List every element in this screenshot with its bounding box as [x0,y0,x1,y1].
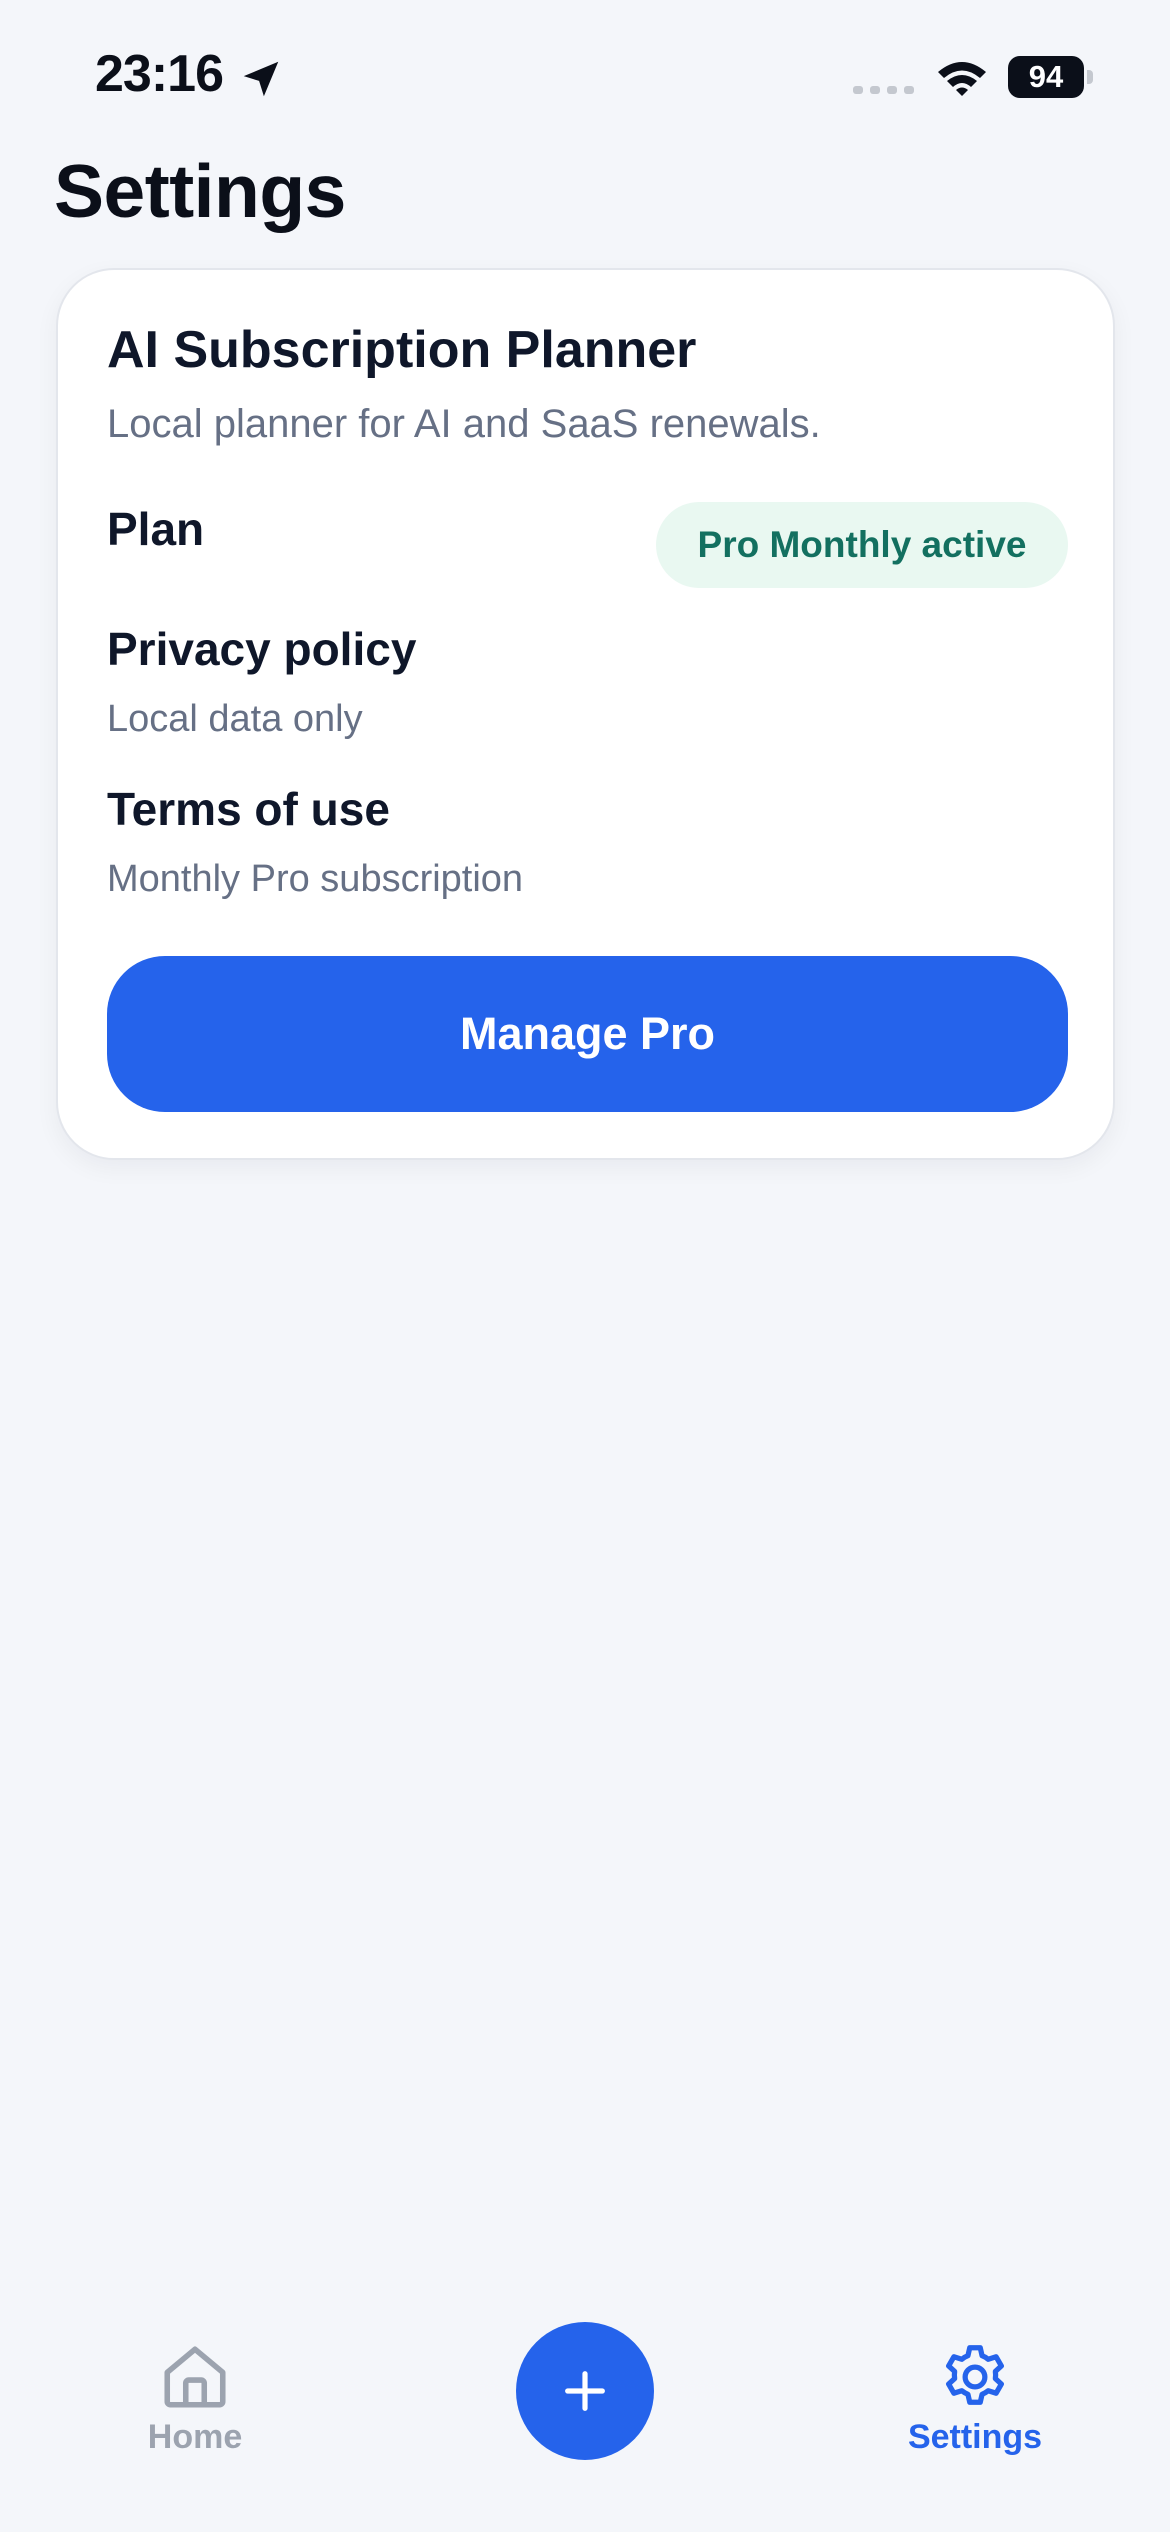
privacy-policy-detail: Local data only [107,698,363,740]
terms-of-use-link[interactable]: Terms of use [107,782,390,836]
house-icon [164,2346,226,2408]
gear-icon [946,2345,1004,2405]
status-time: 23:16 [95,45,224,103]
settings-screen: 23:16 94 Settings AI Subscription Planne… [0,0,1170,2532]
battery-level: 94 [1028,59,1064,94]
manage-pro-button[interactable]: Manage Pro [107,956,1068,1112]
tab-settings-label: Settings [907,2418,1043,2456]
plan-label: Plan [107,503,205,555]
app-tagline: Local planner for AI and SaaS renewals. [107,402,821,446]
cellular-signal-icon [853,86,914,94]
page-title: Settings [54,149,346,233]
privacy-policy-link[interactable]: Privacy policy [107,622,416,676]
app-name: AI Subscription Planner [107,321,697,379]
plus-icon [565,2371,605,2411]
battery-icon: 94 [1008,56,1084,98]
plan-status-badge: Pro Monthly active [656,502,1068,588]
app-info-card: AI Subscription Planner Local planner fo… [56,268,1115,1160]
wifi-icon [938,62,986,96]
status-bar: 23:16 94 [0,0,1170,150]
tab-bar: Home Settings [0,2300,1170,2532]
location-arrow-icon [243,61,279,97]
terms-of-use-detail: Monthly Pro subscription [107,858,524,900]
tab-home-label: Home [147,2418,243,2456]
tab-settings[interactable]: Settings [895,2340,1055,2457]
tab-home[interactable]: Home [130,2340,260,2457]
add-subscription-button[interactable] [516,2322,654,2460]
battery-cap [1087,70,1093,84]
